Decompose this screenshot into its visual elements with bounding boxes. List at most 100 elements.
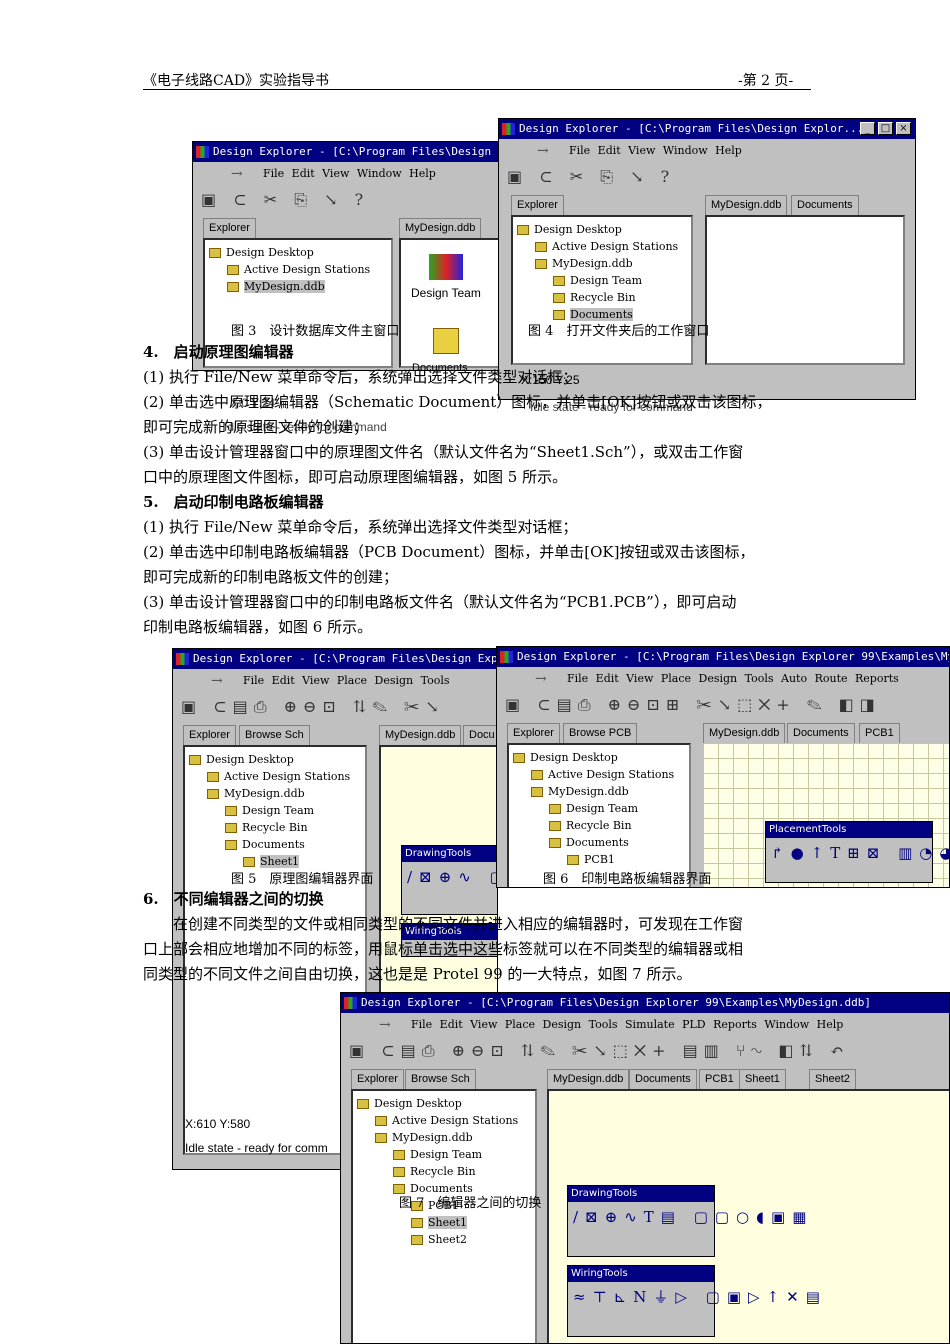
paragraph-line: 口上部会相应地增加不同的标签，用鼠标单击选中这些标签就可以在不同类型的编辑器或相	[143, 940, 744, 958]
tree-item[interactable]: Design Desktop	[513, 749, 674, 766]
fig7-doc-tab[interactable]: MyDesign.ddb	[547, 1069, 630, 1089]
tree-item[interactable]: Documents	[189, 836, 350, 853]
tree-item[interactable]: Recycle Bin	[513, 817, 674, 834]
tree-item[interactable]: MyDesign.ddb	[209, 278, 370, 295]
design-team-icon[interactable]	[429, 254, 463, 280]
tree-item[interactable]: Sheet1	[357, 1214, 518, 1231]
fig4-titlebar: Design Explorer - [C:\Program Files\Desi…	[499, 119, 915, 139]
paragraph-line: 同类型的不同文件之间自由切换，这也是是 Protel 99 的一大特点，如图 7…	[143, 965, 692, 983]
fig3-titlebar: Design Explorer - [C:\Program Files\Desi…	[193, 142, 501, 162]
fig4-caption: 图 4 打开文件夹后的工作窗口	[528, 324, 710, 339]
fig7-doc-tab[interactable]: Documents	[629, 1069, 697, 1089]
fig6-menubar[interactable]: File Edit View Place Design Tools Auto R…	[497, 669, 949, 689]
page-number: -第 2 页-	[738, 73, 794, 89]
fig4-doc-tab[interactable]: Documents	[791, 195, 859, 215]
maximize-button[interactable]: □	[878, 122, 893, 135]
tree-item[interactable]: MyDesign.ddb	[517, 255, 678, 272]
tree-item[interactable]: Active Design Stations	[513, 766, 674, 783]
fig5-titlebar: Design Explorer - [C:\Program Files\Desi…	[173, 649, 497, 669]
fig7-wiring-tools[interactable]: WiringTools ≈⊤⊾N⏚▷ ▢▣▷↑✕▤	[567, 1265, 820, 1337]
minimize-button[interactable]: _	[860, 122, 875, 135]
paragraph-line: 在创建不同类型的文件或相同类型的不同文件并进入相应的编辑器时，可发现在工作窗	[143, 915, 744, 933]
design-team-label: Design Team	[411, 286, 481, 300]
paragraph-line: 印制电路板编辑器，如图 6 所示。	[143, 618, 373, 636]
fig6-explorer-tab[interactable]: Explorer	[507, 723, 560, 743]
fig6-titlebar: Design Explorer - [C:\Program Files\Desi…	[497, 647, 949, 667]
fig4-toolbar[interactable]: ▣ ⊂ ✂ ⎘ ↘ ?	[499, 163, 915, 191]
fig4-doc-tab[interactable]: MyDesign.ddb	[705, 195, 788, 215]
tree-item[interactable]: Design Desktop	[189, 751, 350, 768]
tree-item[interactable]: Design Desktop	[209, 244, 370, 261]
tree-item[interactable]: Design Desktop	[357, 1095, 518, 1112]
fig3-menubar[interactable]: File Edit View Window Help	[193, 164, 501, 184]
paragraph-line: (2) 单击选中印制电路板编辑器（PCB Document）图标，并单击[OK]…	[143, 543, 755, 561]
fig7-doc-tab[interactable]: PCB1	[699, 1069, 740, 1089]
fig7-doc-tab[interactable]: Sheet2	[809, 1069, 856, 1089]
tree-item[interactable]: Documents	[513, 834, 674, 851]
fig6-toolbar[interactable]: ▣ ⊂▤⎙ ⊕⊖⊡⊞ ✂↘⬚✕+ ✎ ◧◨	[497, 691, 949, 719]
fig5-menubar[interactable]: File Edit View Place Design Tools	[173, 671, 497, 691]
header-title: 《电子线路CAD》实验指导书	[143, 73, 330, 89]
tree-item[interactable]: MyDesign.ddb	[189, 785, 350, 802]
tree-item[interactable]: Design Team	[517, 272, 678, 289]
fig7-explorer-tab[interactable]: Explorer	[351, 1069, 404, 1089]
header-rule	[143, 89, 811, 90]
fig3-toolbar[interactable]: ▣ ⊂ ✂ ⎘ ↘ ?	[193, 186, 501, 214]
fig7-menubar[interactable]: File Edit View Place Design Tools Simula…	[341, 1015, 949, 1035]
tree-item[interactable]: MyDesign.ddb	[357, 1129, 518, 1146]
fig7-titlebar: Design Explorer - [C:\Program Files\Desi…	[341, 993, 949, 1013]
tree-item[interactable]: Active Design Stations	[209, 261, 370, 278]
fig6-doc-tab[interactable]: Documents	[787, 723, 855, 743]
paragraph-line: (2) 单击选中原理图编辑器（Schematic Document）图标，并单击…	[143, 393, 772, 411]
fig6-tree-pane: Design Desktop Active Design Stations My…	[507, 743, 691, 887]
sec5-heading: 5. 启动印制电路板编辑器	[143, 493, 324, 511]
paragraph-line: 即可完成新的印制电路板文件的创建；	[143, 568, 399, 586]
tree-item[interactable]: PCB1	[513, 851, 674, 868]
paragraph-line: 口中的原理图文件图标，即可启动原理图编辑器，如图 5 所示。	[143, 468, 568, 486]
tree-item[interactable]: Recycle Bin	[189, 819, 350, 836]
paragraph-line: (1) 执行 File/New 菜单命令后，系统弹出选择文件类型对话框；	[143, 368, 578, 386]
fig5-doc-tab[interactable]: Docu	[463, 725, 497, 745]
fig6-doc-tab[interactable]: MyDesign.ddb	[703, 723, 786, 743]
fig6-window: Design Explorer - [C:\Program Files\Desi…	[496, 646, 950, 888]
tree-item[interactable]: Active Design Stations	[357, 1112, 518, 1129]
fig6-caption: 图 6 印制电路板编辑器界面	[543, 872, 712, 887]
fig5-status-coords: X:610 Y:580	[185, 1117, 251, 1131]
fig6-doc-tab[interactable]: PCB1	[859, 723, 900, 743]
fig5-doc-tab[interactable]: MyDesign.ddb	[379, 725, 462, 745]
tree-item[interactable]: Active Design Stations	[189, 768, 350, 785]
paragraph-line: (1) 执行 File/New 菜单命令后，系统弹出选择文件类型对话框；	[143, 518, 578, 536]
fig5-explorer-tab[interactable]: Explorer	[183, 725, 236, 745]
fig6-browse-tab[interactable]: Browse PCB	[563, 723, 638, 743]
fig5-browse-tab[interactable]: Browse Sch	[239, 725, 310, 745]
tree-item[interactable]: Design Team	[357, 1146, 518, 1163]
sec4-heading: 4. 启动原理图编辑器	[143, 343, 294, 361]
fig6-placement-tools[interactable]: PlacementTools↱●↑T⊞⊠ ▥◔◕▣◿↘	[765, 821, 949, 883]
fig4-explorer-tab[interactable]: Explorer	[511, 195, 564, 215]
fig7-browse-tab[interactable]: Browse Sch	[405, 1069, 476, 1089]
fig5-status-text: Idle state - ready for comm	[185, 1141, 328, 1155]
fig7-window: Design Explorer - [C:\Program Files\Desi…	[340, 992, 950, 1344]
tree-item[interactable]: Sheet2	[357, 1231, 518, 1248]
sec6-heading: 6. 不同编辑器之间的切换	[143, 890, 324, 908]
tree-item[interactable]: Design Team	[189, 802, 350, 819]
fig7-doc-tab[interactable]: Sheet1	[739, 1069, 786, 1089]
tree-item[interactable]: Active Design Stations	[517, 238, 678, 255]
fig7-drawing-tools[interactable]: DrawingTools/⊠⊕∿T▤ ▢▢○◖▣▦	[567, 1185, 806, 1257]
fig7-toolbar[interactable]: ▣ ⊂▤⎙ ⊕⊖⊡ ⇅✎ ✂↘⬚✕+ ▤▥ ⑂∿ ◧⇅ ↶	[341, 1037, 949, 1065]
fig4-menubar[interactable]: File Edit View Window Help	[499, 141, 915, 161]
paragraph-line: (3) 单击设计管理器窗口中的印制电路板文件名（默认文件名为“PCB1.PCB”…	[143, 593, 737, 611]
tree-item[interactable]: Design Team	[513, 800, 674, 817]
paragraph-line: (3) 单击设计管理器窗口中的原理图文件名（默认文件名为“Sheet1.Sch”…	[143, 443, 744, 461]
fig3-explorer-tab[interactable]: Explorer	[203, 218, 256, 238]
tree-item[interactable]: Design Desktop	[517, 221, 678, 238]
tree-item[interactable]: Recycle Bin	[357, 1163, 518, 1180]
tree-item[interactable]: Recycle Bin	[517, 289, 678, 306]
fig5-caption: 图 5 原理图编辑器界面	[231, 872, 374, 887]
fig7-caption: 图 7 编辑器之间的切换	[399, 1196, 542, 1211]
fig3-doc-tab[interactable]: MyDesign.ddb	[399, 218, 482, 238]
fig5-toolbar[interactable]: ▣ ⊂▤⎙ ⊕⊖⊡ ⇅✎ ✂↘	[173, 693, 497, 721]
paragraph-line: 即可完成新的原理图文件的创建；	[143, 418, 369, 436]
tree-item[interactable]: MyDesign.ddb	[513, 783, 674, 800]
close-button[interactable]: ×	[896, 122, 911, 135]
